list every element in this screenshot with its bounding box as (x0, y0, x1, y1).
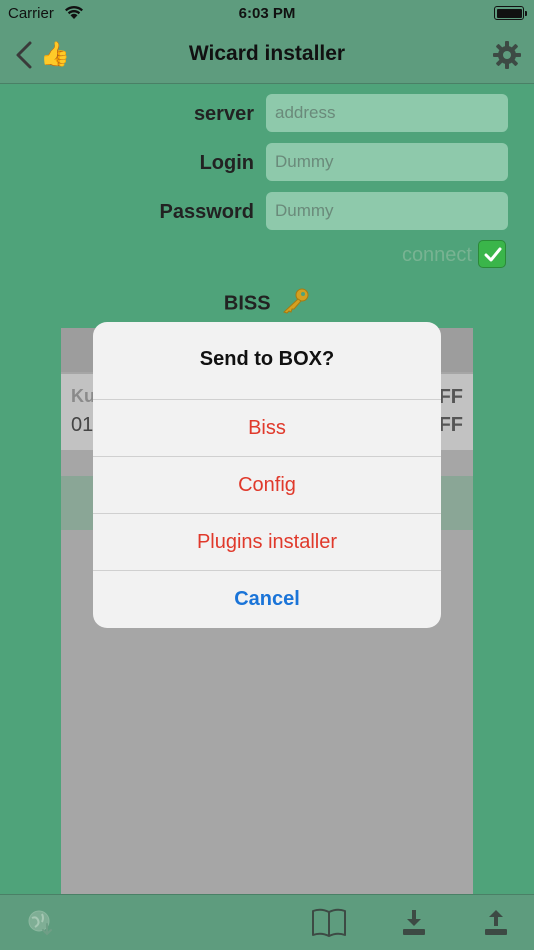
navigation-bar: 👍 Wicard installer (0, 28, 534, 84)
cancel-button[interactable]: Cancel (93, 571, 441, 628)
server-label: server (193, 103, 254, 125)
page-title: Wicard installer (188, 42, 346, 65)
status-bar: Carrier 6:03 PM (0, 0, 534, 28)
book-icon[interactable] (311, 907, 346, 939)
upload-icon[interactable] (479, 907, 513, 939)
login-label: Login (199, 152, 254, 174)
login-row: Login (0, 143, 534, 181)
gear-icon[interactable] (492, 40, 522, 70)
password-row: Password (0, 192, 534, 230)
battery-icon (494, 6, 527, 20)
biss-heading: BISS (0, 288, 534, 320)
config-option-button[interactable]: Config (93, 457, 441, 514)
alert-title: Send to BOX? (93, 322, 441, 400)
server-row: server (0, 94, 534, 132)
download-icon[interactable] (397, 907, 431, 939)
connect-label: connect (401, 244, 472, 266)
plugins-installer-option-button[interactable]: Plugins installer (93, 514, 441, 571)
send-to-box-alert: Send to BOX? Biss Config Plugins install… (93, 322, 441, 628)
row-label-bottom: 01 (71, 414, 94, 436)
checkmark-icon[interactable] (478, 240, 506, 268)
password-label: Password (159, 201, 254, 223)
server-address-input[interactable] (266, 94, 508, 132)
key-icon (280, 288, 310, 320)
globe-download-icon[interactable] (27, 909, 61, 941)
row-value-top: FF (438, 386, 463, 408)
bottom-toolbar (0, 894, 534, 950)
password-input[interactable] (266, 192, 508, 230)
row-label-top: Ku (71, 386, 95, 406)
biss-option-button[interactable]: Biss (93, 400, 441, 457)
login-input[interactable] (266, 143, 508, 181)
status-time: 6:03 PM (238, 5, 296, 22)
biss-label: BISS (223, 292, 271, 315)
row-value-bottom: FF (438, 414, 463, 436)
